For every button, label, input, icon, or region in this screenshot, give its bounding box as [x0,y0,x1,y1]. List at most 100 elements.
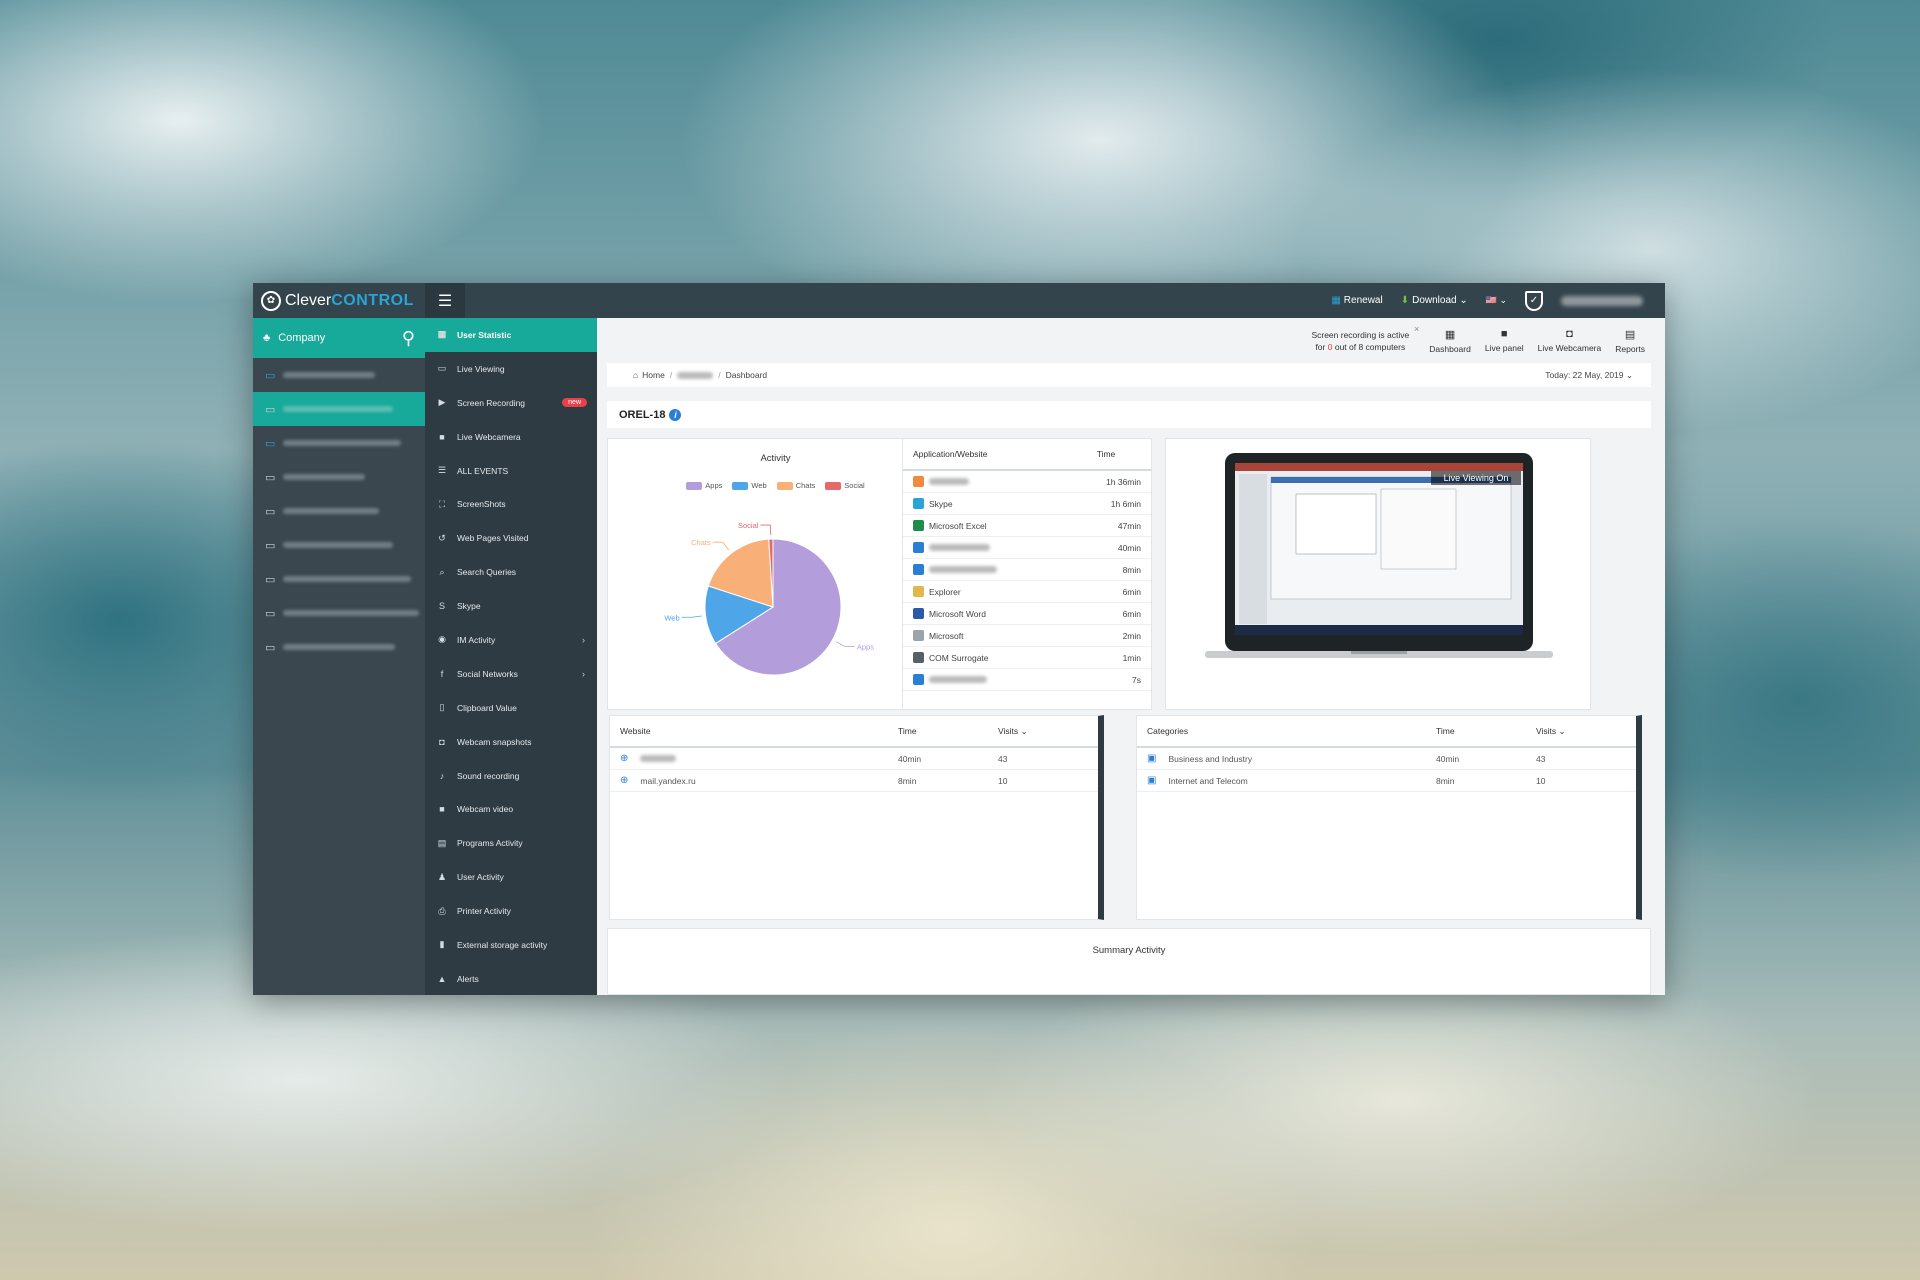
pie-slice-label: Web [664,613,679,622]
close-icon[interactable]: × [1414,323,1419,335]
computer-item[interactable]: ▭ [253,494,425,528]
time-cell: 8min [1436,775,1455,786]
table-row[interactable]: 40min [903,537,1151,559]
menu-item[interactable]: S Skype [425,589,597,623]
table-row[interactable]: Explorer 6min [903,581,1151,603]
menu-item[interactable]: ☰ ALL EVENTS [425,454,597,488]
menu-icon: ⎙ [438,905,446,916]
menu-item[interactable]: ◘ Webcam snapshots [425,725,597,759]
breadcrumb-blurred-item[interactable] [677,371,714,379]
app-name-blurred [929,676,987,683]
col-time[interactable]: Time [1071,449,1141,459]
menu-item[interactable]: ◉ IM Activity › [425,623,597,657]
computer-item[interactable]: ▭ [253,460,425,494]
breadcrumb-home[interactable]: Home [642,370,665,380]
menu-item[interactable]: ■ Webcam video [425,792,597,826]
menu-item[interactable]: ■ Live Webcamera [425,420,597,454]
legend-item[interactable]: Apps [686,481,722,490]
info-icon[interactable]: i [669,408,682,421]
monitor-icon: ▭ [265,471,276,484]
search-icon[interactable]: ⚲ [402,328,415,349]
app-logo[interactable]: ✿ Clever CONTROL [253,283,425,318]
monitor-icon: ▭ [265,641,276,654]
table-row[interactable]: Skype 1h 6min [903,493,1151,515]
home-icon[interactable]: ⌂ [633,370,638,380]
menu-item[interactable]: ⎙ Printer Activity [425,894,597,928]
menu-item[interactable]: ▲ Alerts [425,962,597,995]
table-row[interactable]: Microsoft Excel 47min [903,515,1151,537]
menu-icon: f [440,668,444,679]
menu-item[interactable]: ♪ Sound recording [425,759,597,793]
table-row[interactable]: ▣ Business and Industry 40min 43 [1137,748,1636,770]
menu-item[interactable]: f Social Networks › [425,657,597,691]
live-viewing-card[interactable]: Live Viewing On [1165,438,1591,710]
menu-item[interactable]: ▤ Programs Activity [425,826,597,860]
table-row[interactable]: 7s [903,669,1151,691]
globe-icon [913,564,924,575]
col-application[interactable]: Application/Website [913,449,1071,459]
quick-link[interactable]: ▦ Dashboard [1429,328,1471,354]
app-name: Skype [929,498,953,509]
legend-item[interactable]: Web [732,481,767,490]
menu-item[interactable]: ▦ User Statistic [425,318,597,352]
renewal-label: Renewal [1343,295,1383,306]
menu-item[interactable]: ⌕ Search Queries [425,555,597,589]
legend-swatch [686,481,703,490]
download-menu[interactable]: ⬇ Download ⌄ [1401,295,1468,306]
computer-item[interactable]: ▭ [253,358,425,392]
menu-item[interactable]: ↺ Web Pages Visited [425,521,597,555]
computer-item[interactable]: ▭ [253,562,425,596]
computer-item[interactable]: ▭ [253,426,425,460]
app-cell: Microsoft [913,630,1071,641]
computer-item[interactable]: ▭ [253,630,425,664]
shield-icon[interactable]: ✓ [1525,290,1543,311]
col-website[interactable]: Website [620,726,898,736]
menu-item[interactable]: ▯ Clipboard Value [425,691,597,725]
user-account-blurred[interactable] [1561,295,1643,306]
quick-link[interactable]: ▤ Reports [1615,328,1645,354]
table-row[interactable]: ⊕ 40min 43 [610,748,1098,770]
col-visits[interactable]: Visits ⌄ [1536,726,1626,737]
menu-item[interactable]: ⛶ ScreenShots [425,487,597,521]
col-visits[interactable]: Visits ⌄ [998,726,1088,737]
col-time[interactable]: Time [898,726,998,736]
menu-label: Social Networks [457,668,518,679]
name-cell: ▣ Business and Industry [1147,753,1436,764]
renewal-link[interactable]: ▦ Renewal [1331,295,1382,306]
table-row[interactable]: Microsoft 2min [903,625,1151,647]
company-header[interactable]: ♣ Company ⚲ [253,318,425,358]
summary-activity-card: Summary Activity [607,928,1651,995]
legend-item[interactable]: Chats [776,481,815,490]
language-select[interactable]: 🇺🇸 ⌄ [1486,295,1507,306]
computer-item[interactable]: ▭ [253,528,425,562]
menu-item[interactable]: ▶ Screen Recording new [425,386,597,420]
new-badge: new [562,398,587,408]
computer-item[interactable]: ▭ [253,596,425,630]
legend-item[interactable]: Social [825,481,865,490]
table-row[interactable]: 1h 36min [903,471,1151,493]
date-picker[interactable]: Today: 22 May, 2019 ⌄ [1545,370,1633,381]
host-title-bar: OREL-18 i [607,401,1651,428]
quick-link[interactable]: ◘ Live Webcamera [1538,328,1602,354]
table-row[interactable]: ⊕ mail.yandex.ru 8min 10 [610,770,1098,792]
computer-name-blurred [283,474,366,480]
info-strip: × Screen recording is active for 0 out o… [597,318,1665,363]
quick-link[interactable]: ■ Live panel [1485,328,1524,354]
table-row[interactable]: Microsoft Word 6min [903,603,1151,625]
screen-taskbar [1235,625,1523,635]
pie-slice-label: Social [738,521,759,530]
table-row[interactable]: ▣ Internet and Telecom 8min 10 [1137,770,1636,792]
categories-table-header: Categories Time Visits ⌄ [1137,716,1636,748]
hamburger-icon[interactable]: ☰ [425,283,465,318]
computer-item[interactable]: ▭ [253,392,425,426]
menu-item[interactable]: ♟ User Activity [425,860,597,894]
table-row[interactable]: 8min [903,559,1151,581]
menu-item[interactable]: ▭ Live Viewing [425,352,597,386]
menu-item[interactable]: ▮ External storage activity [425,928,597,962]
screen-titlebar [1235,463,1523,471]
menu-icon: ▶ [438,397,446,408]
col-categories[interactable]: Categories [1147,726,1436,736]
menu-icon: ♟ [437,871,447,882]
col-time[interactable]: Time [1436,726,1536,736]
table-row[interactable]: COM Surrogate 1min [903,647,1151,669]
